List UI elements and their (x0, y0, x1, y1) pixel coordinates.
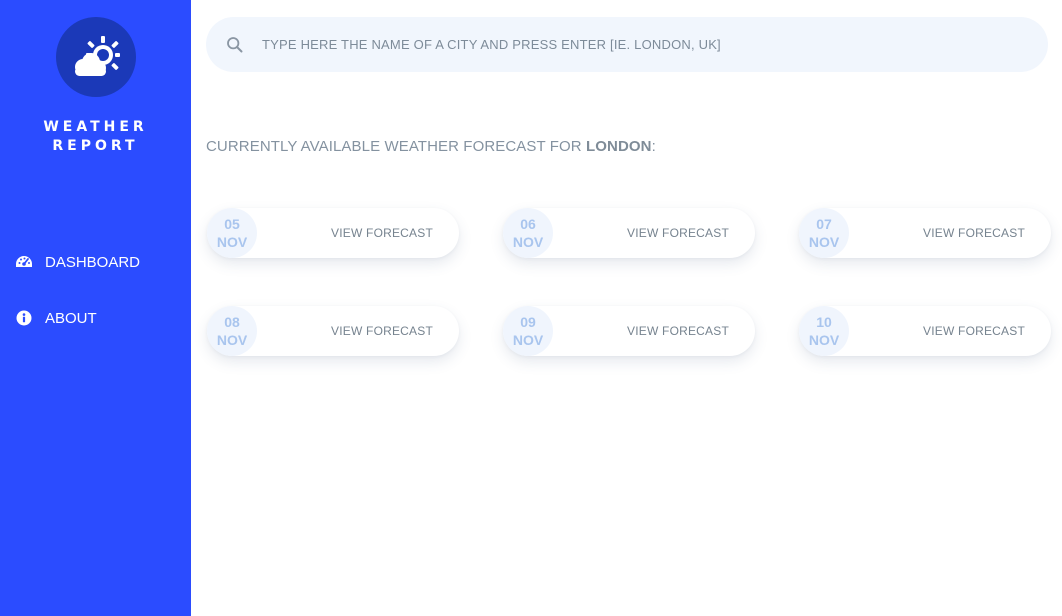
forecast-card[interactable]: 06 NOV VIEW FORECAST (503, 208, 755, 258)
date-day: 10 (816, 314, 832, 330)
sidebar-item-label: DASHBOARD (45, 253, 141, 271)
date-day: 07 (816, 216, 832, 232)
date-month: NOV (512, 332, 544, 348)
forecast-card[interactable]: 09 NOV VIEW FORECAST (503, 306, 755, 356)
heading-suffix: : (651, 138, 656, 155)
dashboard-gauge-icon (15, 253, 33, 271)
date-badge: 10 NOV (799, 306, 849, 356)
logo (56, 17, 136, 97)
main-content: CURRENTLY AVAILABLE WEATHER FORECAST FOR… (191, 0, 1062, 616)
date-badge: 09 NOV (503, 306, 553, 356)
forecast-card[interactable]: 05 NOV VIEW FORECAST (207, 208, 459, 258)
forecast-card[interactable]: 10 NOV VIEW FORECAST (799, 306, 1051, 356)
sidebar-item-dashboard[interactable]: DASHBOARD (15, 250, 140, 274)
heading-prefix: CURRENTLY AVAILABLE WEATHER FORECAST FOR (206, 138, 587, 155)
cloud-sun-icon (75, 36, 120, 76)
search-bar[interactable] (206, 17, 1048, 72)
date-badge: 08 NOV (207, 306, 257, 356)
date-month: NOV (808, 234, 840, 250)
app-window: WEATHER REPORT DASHBOARD ABOUT TYPE HERE… (0, 0, 1062, 616)
date-badge: 06 NOV (503, 208, 553, 258)
date-day: 09 (520, 314, 536, 330)
sidebar-item-label: ABOUT (45, 309, 97, 327)
heading-city: LONDON (586, 138, 652, 155)
date-month: NOV (512, 234, 544, 250)
search-input[interactable] (262, 29, 1022, 59)
view-forecast-link[interactable]: VIEW FORECAST (331, 323, 433, 339)
view-forecast-link[interactable]: VIEW FORECAST (331, 225, 433, 241)
view-forecast-link[interactable]: VIEW FORECAST (627, 323, 729, 339)
date-month: NOV (808, 332, 840, 348)
date-badge: 05 NOV (207, 208, 257, 258)
forecast-heading: CURRENTLY AVAILABLE WEATHER FORECAST FOR… (206, 138, 656, 155)
date-day: 06 (520, 216, 536, 232)
view-forecast-link[interactable]: VIEW FORECAST (923, 225, 1025, 241)
view-forecast-link[interactable]: VIEW FORECAST (923, 323, 1025, 339)
sidebar: WEATHER REPORT DASHBOARD ABOUT (0, 0, 191, 616)
date-month: NOV (216, 234, 248, 250)
view-forecast-link[interactable]: VIEW FORECAST (627, 225, 729, 241)
date-badge: 07 NOV (799, 208, 849, 258)
info-circle-icon (15, 309, 33, 327)
brand-line-2: REPORT (52, 138, 139, 154)
search-icon (227, 37, 243, 53)
date-month: NOV (216, 332, 248, 348)
brand-title: WEATHER REPORT (0, 118, 191, 156)
forecast-card[interactable]: 08 NOV VIEW FORECAST (207, 306, 459, 356)
forecast-card[interactable]: 07 NOV VIEW FORECAST (799, 208, 1051, 258)
date-day: 05 (224, 216, 240, 232)
sidebar-item-about[interactable]: ABOUT (15, 306, 97, 330)
date-day: 08 (224, 314, 240, 330)
brand-line-1: WEATHER (43, 119, 148, 135)
